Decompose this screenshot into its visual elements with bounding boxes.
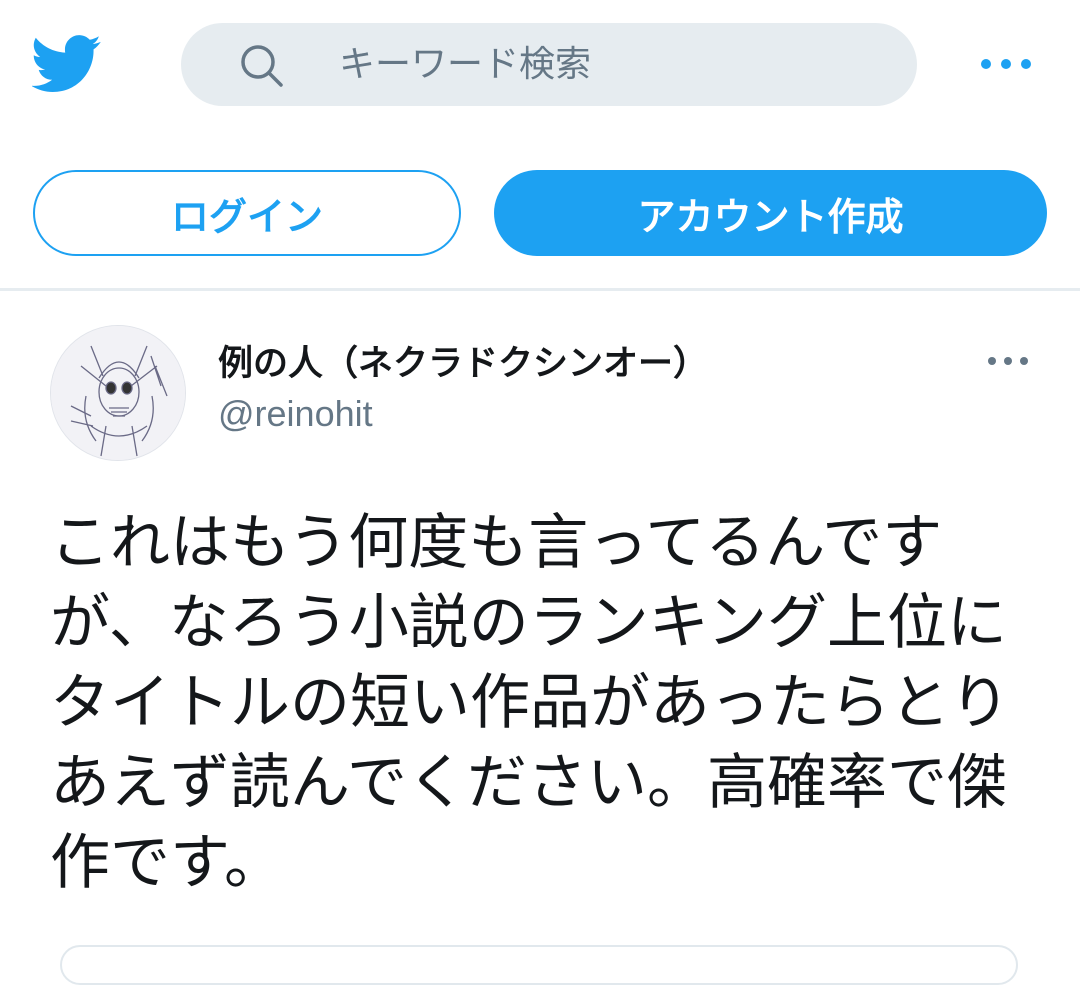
tweet-more-dots-icon[interactable] — [986, 353, 1030, 369]
tweet-header: 例の人（ネクラドクシンオー） @reinohit — [0, 291, 1080, 491]
author-handle[interactable]: @reinohit — [218, 393, 373, 435]
search-icon — [238, 42, 286, 90]
top-bar — [0, 0, 1080, 130]
tweet-text: これはもう何度も言ってるんですが、なろう小説のランキング上位にタイトルの短い作品… — [50, 508, 1010, 898]
more-dots-icon[interactable] — [978, 52, 1034, 76]
search-bar[interactable] — [181, 23, 917, 106]
create-account-button-label: アカウント作成 — [637, 194, 904, 239]
avatar[interactable] — [50, 325, 186, 461]
auth-buttons: ログイン アカウント作成 — [0, 130, 1080, 290]
login-button[interactable]: ログイン — [33, 170, 461, 256]
create-account-button[interactable]: アカウント作成 — [494, 170, 1047, 256]
twitter-bird-icon[interactable] — [30, 34, 102, 94]
search-input[interactable] — [339, 23, 879, 106]
media-card[interactable] — [60, 945, 1018, 985]
author-display-name[interactable]: 例の人（ネクラドクシンオー） — [218, 335, 708, 386]
login-button-label: ログイン — [170, 194, 323, 239]
